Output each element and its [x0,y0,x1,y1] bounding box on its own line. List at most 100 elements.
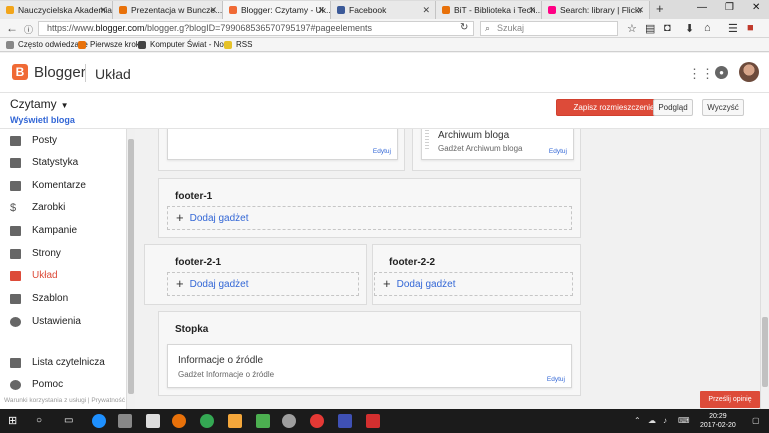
blogger-logo-icon[interactable]: B [12,64,28,80]
url-field[interactable]: https://www.blogger.com/blogger.g?blogID… [38,21,474,36]
drag-handle-icon[interactable] [425,129,429,149]
language-icon[interactable]: ⌨ [678,416,690,425]
extension-icon[interactable]: ■ [747,22,754,34]
plus-icon: + [176,276,184,291]
edit-link[interactable]: Edytuj [547,376,565,383]
sidebar-scrollbar[interactable] [126,129,135,409]
restore-icon[interactable]: ❐ [725,2,734,13]
sidebar-footer-links[interactable]: Warunki korzystania z usługi | Prywatnoś… [4,397,125,404]
close-tab-icon[interactable]: ✕ [317,1,325,19]
close-tab-icon[interactable]: ✕ [636,1,644,19]
send-feedback-button[interactable]: Prześlij opinię [700,391,760,408]
comments-icon [10,181,21,191]
pocket-icon[interactable]: ◘ [664,22,671,34]
task-view-icon[interactable]: ▭ [64,414,78,428]
app-icon[interactable] [338,414,352,428]
tab-favicon-icon [442,6,450,14]
sidebar-item-earnings[interactable]: $ Zarobki [10,199,65,217]
sidebar-item-settings[interactable]: Ustawienia [10,313,81,331]
sidebar-item-label: Statystyka [32,157,79,168]
close-tab-icon[interactable]: ✕ [209,1,217,19]
reading-icon[interactable]: ▤ [645,22,655,35]
info-icon[interactable]: ⓘ [24,23,33,36]
clear-button[interactable]: Wyczyść [702,99,744,116]
close-tab-icon[interactable]: ✕ [422,1,430,19]
sidebar-item-stats[interactable]: Statystyka [10,154,78,172]
firefox-icon[interactable] [172,414,186,428]
sidebar-item-pages[interactable]: Strony [10,245,61,263]
bookmark-item[interactable]: RSS [224,38,252,51]
minimize-icon[interactable]: — [697,2,707,13]
sidebar-item-label: Posty [32,135,58,146]
sidebar-item-label: Kampanie [32,225,78,236]
paint-icon[interactable] [228,414,242,428]
search-icon[interactable]: ○ [36,414,50,428]
browser-tab[interactable]: BiT - Biblioteka i Tech... ✕ [436,1,542,19]
download-icon[interactable]: ⬇ [685,22,694,35]
gadget-description: Gadżet Archiwum bloga [438,144,523,153]
blog-toolbar: Czytamy ▼ Wyświetl bloga Zapisz rozmieszc… [0,93,769,129]
browser-tab[interactable]: Facebook ✕ [331,1,436,19]
bookmark-item[interactable]: Komputer Świat - No... [138,38,230,51]
gadget-archive[interactable]: Archiwum bloga Gadżet Archiwum bloga Edy… [421,129,574,160]
windows-start-icon[interactable]: ⊞ [8,414,22,428]
view-blog-link[interactable]: Wyświetl bloga [10,115,75,125]
preview-button[interactable]: Podgląd [653,99,693,116]
bookmark-item[interactable]: Pierwsze kroki [78,38,142,51]
close-tab-icon[interactable]: ✕ [99,1,107,19]
blog-selector[interactable]: Czytamy ▼ [10,97,69,111]
back-icon[interactable]: ← [6,21,18,35]
menu-icon[interactable]: ☰ [728,22,738,35]
add-gadget-button[interactable]: + Dodaj gadżet [167,272,359,296]
new-tab-icon[interactable]: + [656,1,664,16]
edit-link[interactable]: Edytuj [373,148,391,155]
tray-up-icon[interactable]: ⌃ [634,416,641,425]
edit-link[interactable]: Edytuj [549,148,567,155]
sidebar-item-campaigns[interactable]: Kampanie [10,222,77,240]
close-window-icon[interactable]: ✕ [752,2,760,13]
chrome-icon[interactable] [200,414,214,428]
browser-tab[interactable]: Nauczycielska Akademia I... ✕ [0,1,113,19]
add-gadget-button[interactable]: + Dodaj gadżet [374,272,573,296]
store-icon[interactable] [146,414,160,428]
scrollbar-thumb[interactable] [128,139,134,394]
reload-icon[interactable]: ↻ [460,22,468,33]
browser-tab[interactable]: Prezentacja w Buncze... ✕ [113,1,223,19]
opera-icon[interactable] [310,414,324,428]
gadget-card[interactable]: Edytuj [167,129,398,160]
scrollbar-thumb[interactable] [762,317,768,387]
gadget-name: Informacje o źródle [178,355,264,366]
page-scrollbar[interactable] [760,129,769,409]
browser-tab[interactable]: Search: library | Flickr ✕ [542,1,650,19]
browser-tab-active[interactable]: Blogger: Czytamy - Uk... ✕ [223,1,331,19]
home-icon[interactable]: ⌂ [704,22,711,34]
volume-icon[interactable]: ♪ [663,416,667,425]
close-tab-icon[interactable]: ✕ [528,1,536,19]
sidebar-item-posts[interactable]: Posty [10,132,57,150]
clock-date: 2017-02-20 [700,422,736,429]
sidebar-item-template[interactable]: Szablon [10,290,68,308]
brand-name[interactable]: Blogger [34,64,86,81]
url-prefix: https://www. [47,23,96,33]
gadget-attribution[interactable]: Informacje o źródle Gadżet Informacje o … [167,344,572,388]
section-title: Stopka [175,324,209,335]
search-input[interactable]: ⌕ Szukaj [480,21,618,36]
edge-icon[interactable] [92,414,106,428]
notification-center-icon[interactable]: ▢ [752,416,760,425]
clock[interactable]: 20:29 2017-02-20 [700,412,736,430]
app-icon[interactable] [256,414,270,428]
sidebar-item-comments[interactable]: Komentarze [10,177,86,195]
file-explorer-icon[interactable] [118,414,132,428]
sidebar-item-label: Strony [32,248,61,259]
add-gadget-button[interactable]: + Dodaj gadżet [167,206,572,230]
acrobat-icon[interactable] [366,414,380,428]
avatar[interactable] [739,62,759,82]
bookmark-star-icon[interactable]: ☆ [627,22,637,35]
sidebar-item-layout[interactable]: Układ [10,267,58,285]
bookmark-item[interactable]: Często odwiedzane [6,38,88,51]
sidebar-item-help[interactable]: Pomoc [10,376,63,394]
app-icon[interactable] [282,414,296,428]
network-icon[interactable]: ☁ [648,416,656,425]
sidebar-item-reading-list[interactable]: Lista czytelnicza [10,354,105,372]
notifications-icon[interactable]: ● [715,66,728,79]
